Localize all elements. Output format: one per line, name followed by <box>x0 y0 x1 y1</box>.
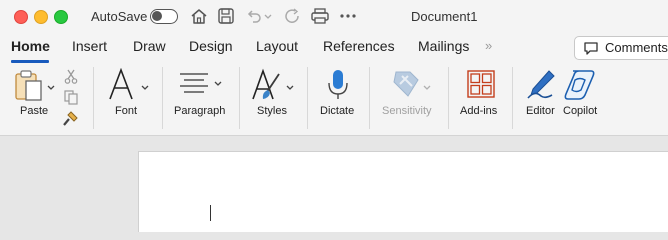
document-canvas <box>0 136 668 232</box>
tab-draw[interactable]: Draw <box>133 38 166 54</box>
ribbon-tabs: Home Insert Draw Design Layout Reference… <box>0 33 668 63</box>
dictate-label: Dictate <box>320 105 355 117</box>
home-icon[interactable] <box>189 7 209 25</box>
font-icon <box>109 68 149 100</box>
tab-layout[interactable]: Layout <box>256 38 298 54</box>
tab-mailings[interactable]: Mailings <box>418 38 469 54</box>
zoom-window-button[interactable] <box>54 10 68 24</box>
save-icon[interactable] <box>216 7 236 25</box>
group-separator <box>448 67 449 129</box>
redo-icon[interactable] <box>283 7 303 25</box>
paragraph-label: Paragraph <box>174 105 226 117</box>
copilot-label: Copilot <box>563 105 598 117</box>
comments-button[interactable]: Comments <box>574 36 668 60</box>
group-separator <box>162 67 163 129</box>
copilot-icon <box>564 70 595 100</box>
add-ins-grid-icon <box>467 70 495 98</box>
undo-icon[interactable] <box>244 7 264 25</box>
group-separator <box>512 67 513 129</box>
autosave-label: AutoSave <box>91 9 148 24</box>
text-cursor <box>210 205 211 221</box>
font-label: Font <box>115 105 138 117</box>
editor-label: Editor <box>526 105 555 117</box>
group-separator <box>307 67 308 129</box>
title-bar: AutoSave Document1 <box>0 0 668 33</box>
print-icon[interactable] <box>310 7 330 25</box>
group-separator <box>369 67 370 129</box>
more-options-icon[interactable] <box>338 7 358 25</box>
tab-insert[interactable]: Insert <box>72 38 107 54</box>
comments-label: Comments <box>605 40 668 55</box>
copy-icon[interactable] <box>63 89 79 105</box>
sensitivity-label: Sensitivity <box>382 105 432 117</box>
autosave-toggle[interactable] <box>150 9 178 24</box>
undo-dropdown-icon[interactable] <box>263 7 273 25</box>
ribbon-home: Paste Font Paragraph Styles Dictate Sens… <box>0 63 668 136</box>
paragraph-icon <box>180 73 222 93</box>
document-title: Document1 <box>411 9 478 24</box>
microphone-icon <box>328 70 348 99</box>
close-window-button[interactable] <box>14 10 28 24</box>
tab-design[interactable]: Design <box>189 38 233 54</box>
tab-references[interactable]: References <box>323 38 395 54</box>
format-painter-icon[interactable] <box>62 110 80 127</box>
paste-label: Paste <box>20 105 49 117</box>
group-separator <box>239 67 240 129</box>
more-tabs-chevron-icon[interactable]: » <box>485 38 492 53</box>
sensitivity-icon <box>393 71 431 97</box>
paste-icon <box>15 70 55 101</box>
add-ins-label: Add-ins <box>460 105 498 117</box>
cut-icon[interactable] <box>63 68 79 84</box>
document-page[interactable] <box>138 151 668 232</box>
comment-icon <box>584 42 598 55</box>
styles-icon <box>252 68 294 100</box>
tab-home[interactable]: Home <box>11 38 50 54</box>
editor-pen-icon <box>527 70 555 99</box>
minimize-window-button[interactable] <box>34 10 48 24</box>
styles-label: Styles <box>257 105 287 117</box>
group-separator <box>93 67 94 129</box>
